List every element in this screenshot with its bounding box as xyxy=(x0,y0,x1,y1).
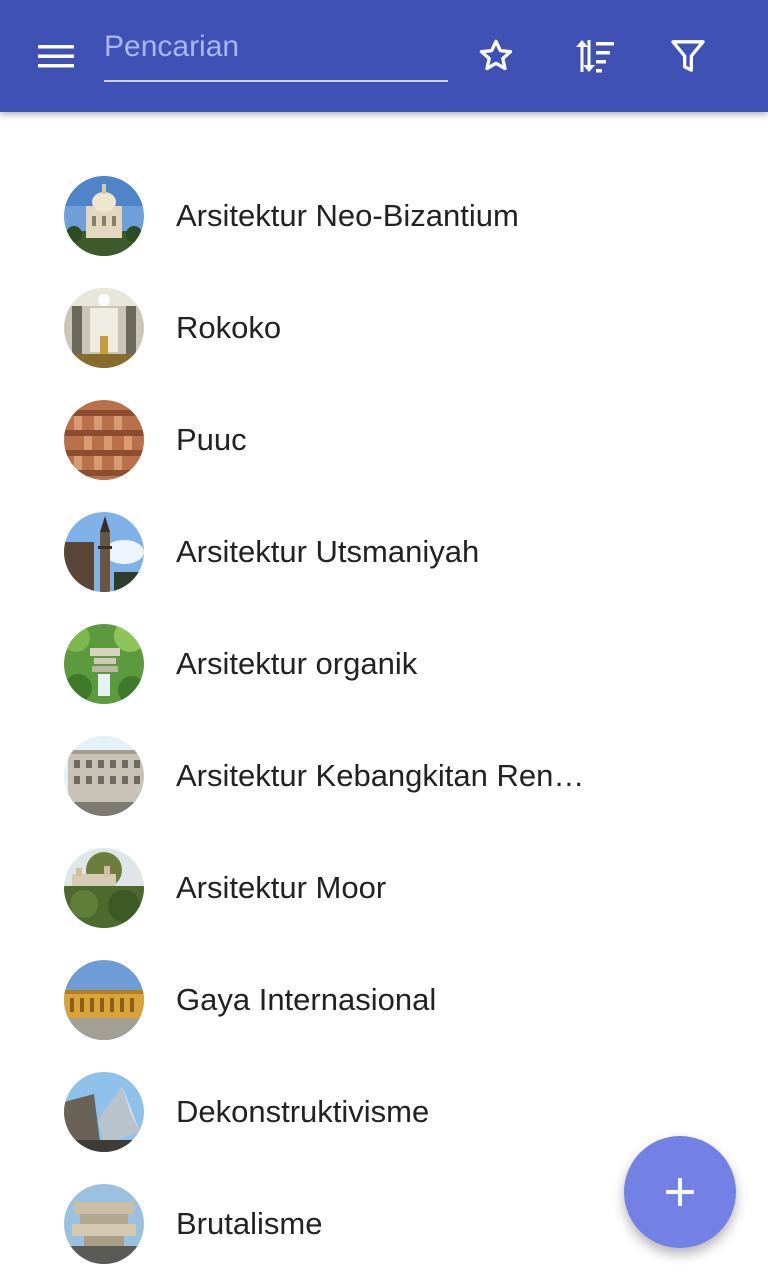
favorites-button[interactable] xyxy=(468,32,524,80)
item-label: Gaya Internasional xyxy=(176,982,437,1017)
item-label: Dekonstruktivisme xyxy=(176,1094,430,1129)
list-item[interactable]: Gaya Internasional xyxy=(0,944,768,1056)
item-label: Arsitektur Utsmaniyah xyxy=(176,534,480,569)
ottoman-minaret-photo xyxy=(64,512,144,592)
star-icon xyxy=(479,39,513,71)
neo-byzantine-church-photo xyxy=(64,176,144,256)
rococo-interior-photo xyxy=(64,288,144,368)
sort-button[interactable] xyxy=(564,32,620,80)
renaissance-revival-building-photo xyxy=(64,736,144,816)
item-label: Arsitektur Moor xyxy=(176,870,387,905)
filter-icon xyxy=(671,40,705,72)
search-field xyxy=(104,26,448,82)
menu-icon xyxy=(38,45,74,68)
organic-house-waterfall-photo xyxy=(64,624,144,704)
item-label: Arsitektur organik xyxy=(176,646,418,681)
architecture-list: Arsitektur Neo-Bizantium Rokoko Puuc Ars… xyxy=(0,160,768,1280)
add-button[interactable] xyxy=(624,1136,736,1248)
list-item[interactable]: Puuc xyxy=(0,384,768,496)
list-item[interactable]: Arsitektur Utsmaniyah xyxy=(0,496,768,608)
list-item[interactable]: Arsitektur Kebangkitan Ren… xyxy=(0,720,768,832)
plus-icon xyxy=(666,1178,694,1206)
international-style-building-photo xyxy=(64,960,144,1040)
item-label: Arsitektur Kebangkitan Ren… xyxy=(176,758,585,793)
item-label: Puuc xyxy=(176,422,247,457)
app-bar xyxy=(0,0,768,112)
search-input[interactable] xyxy=(104,26,448,68)
brutalist-building-photo xyxy=(64,1184,144,1264)
item-label: Arsitektur Neo-Bizantium xyxy=(176,198,519,233)
deconstructivist-building-photo xyxy=(64,1072,144,1152)
item-label: Brutalisme xyxy=(176,1206,323,1241)
list-item[interactable]: Rokoko xyxy=(0,272,768,384)
list-item[interactable]: Arsitektur Moor xyxy=(0,832,768,944)
moorish-hill-palace-photo xyxy=(64,848,144,928)
filter-button[interactable] xyxy=(660,32,716,80)
list-item[interactable]: Arsitektur Neo-Bizantium xyxy=(0,160,768,272)
item-label: Rokoko xyxy=(176,310,282,345)
sort-icon xyxy=(576,40,614,73)
list-item[interactable]: Arsitektur organik xyxy=(0,608,768,720)
puuc-stone-facade-photo xyxy=(64,400,144,480)
menu-button[interactable] xyxy=(24,32,88,80)
